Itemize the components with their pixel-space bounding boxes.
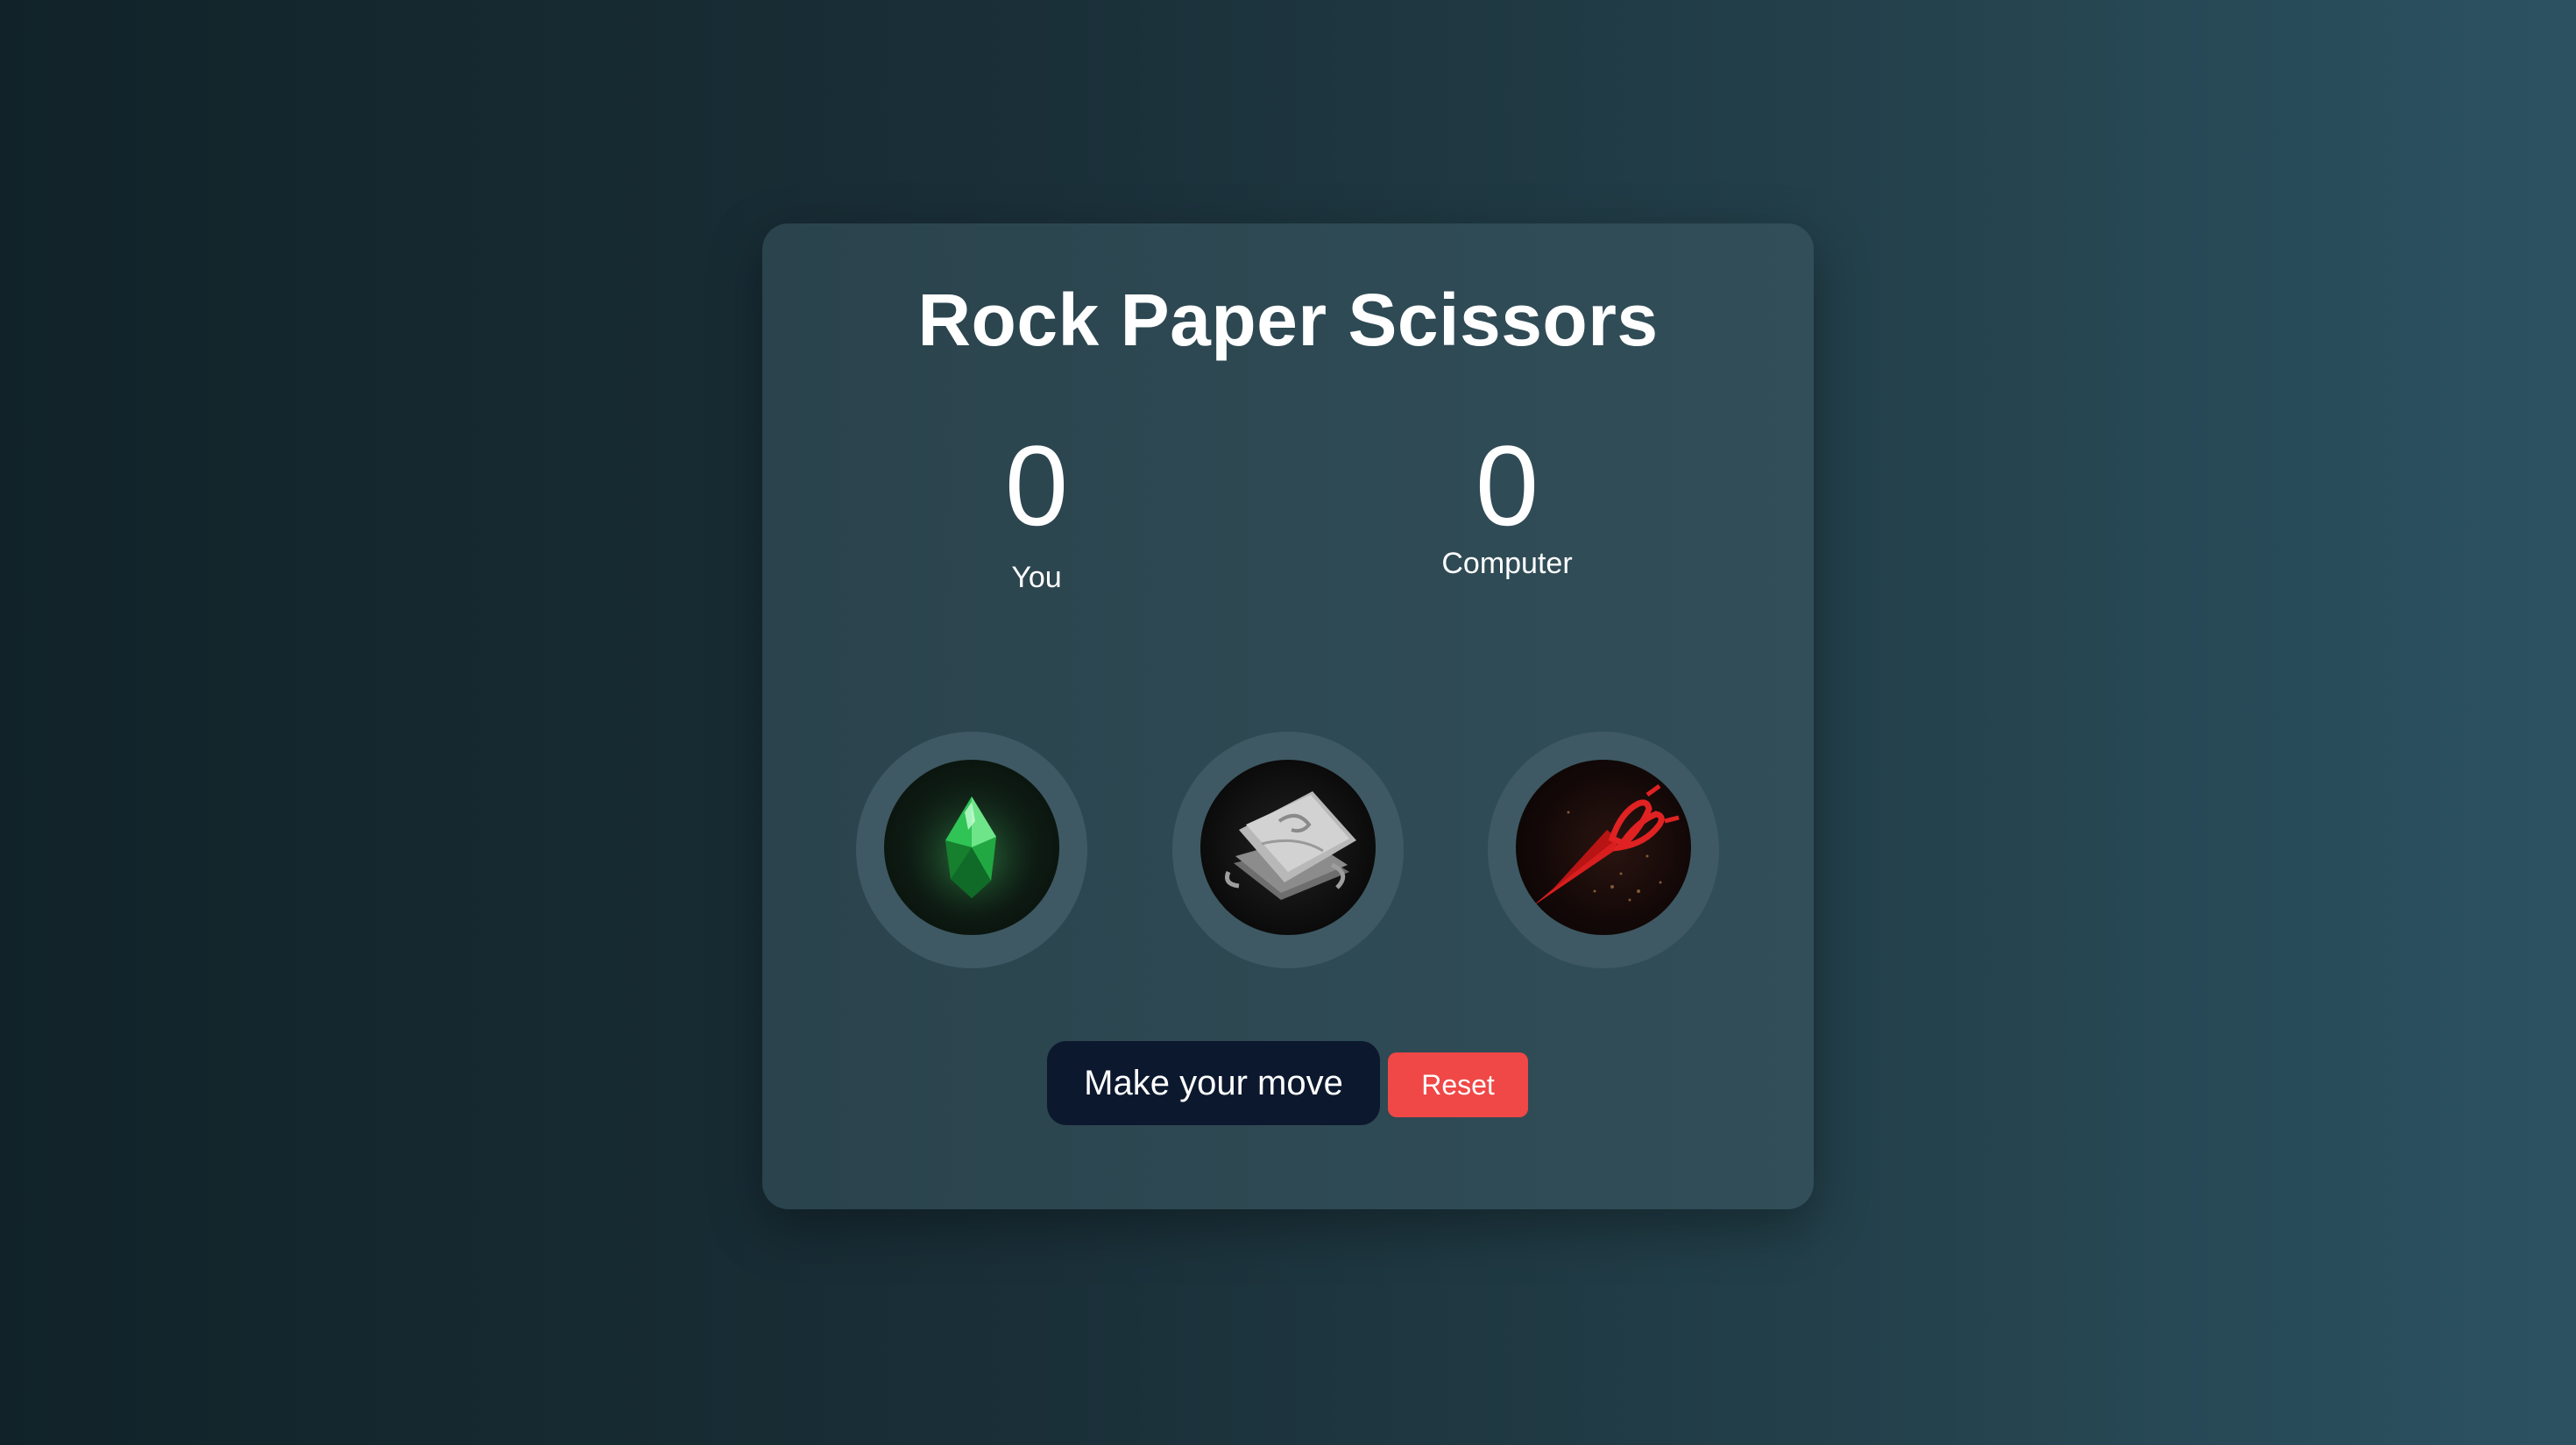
game-title: Rock Paper Scissors [917,279,1659,361]
paper-stack-icon [1200,760,1376,935]
computer-score: 0 Computer [1376,421,1638,581]
scissors-choice-button[interactable] [1488,732,1719,968]
player-score-label: You [1011,560,1062,594]
computer-score-label: Computer [1441,546,1573,580]
red-scissors-icon [1516,760,1691,935]
reset-button[interactable]: Reset [1388,1052,1528,1117]
game-card: Rock Paper Scissors 0 You 0 Computer Mak… [762,223,1814,1209]
player-score-value: 0 [1004,421,1069,549]
player-score: 0 You [905,421,1168,595]
make-your-move-button[interactable]: Make your move [1047,1041,1380,1125]
computer-score-value: 0 [1475,421,1539,549]
green-crystal-icon [884,760,1059,935]
rock-choice-button[interactable] [856,732,1087,968]
paper-choice-button[interactable] [1172,732,1404,968]
